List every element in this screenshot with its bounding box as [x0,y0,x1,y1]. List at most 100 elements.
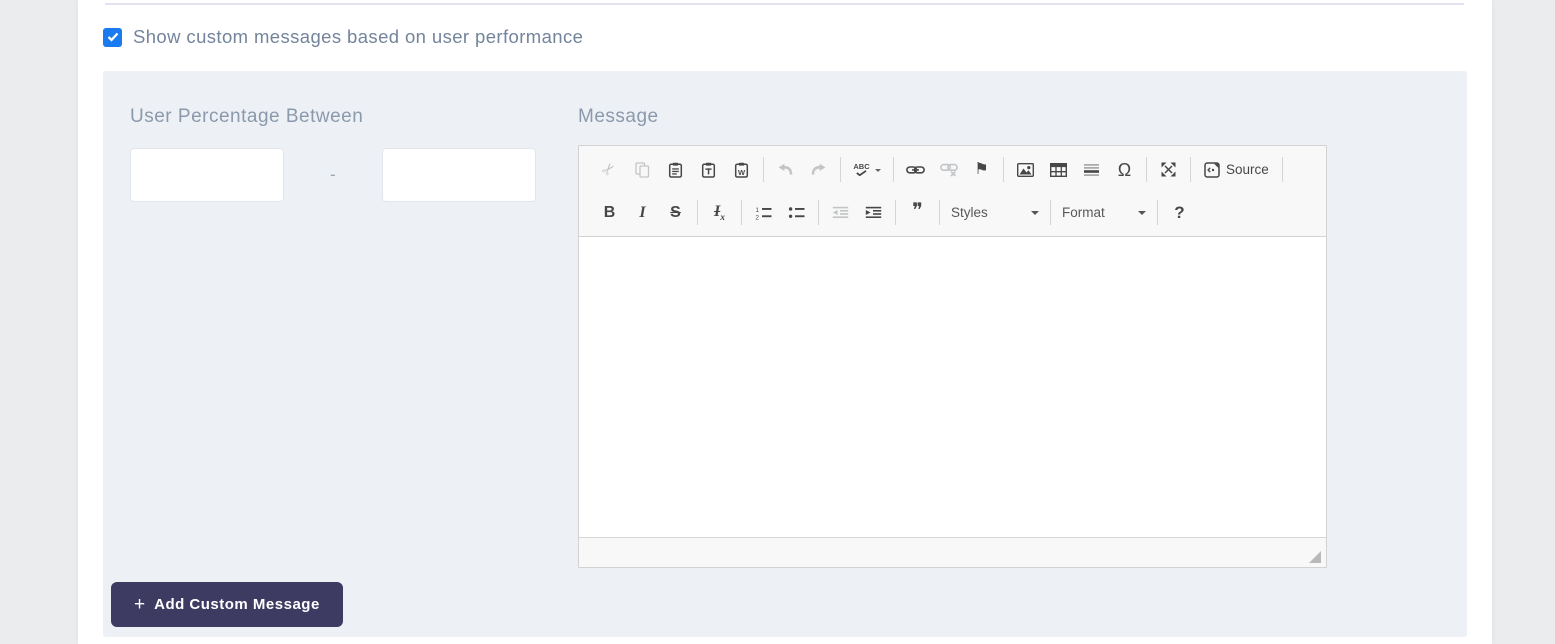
toolbar-separator [939,200,940,225]
anchor-flag-icon: ⚑ [974,162,988,178]
content-card: Show custom messages based on user perfo… [78,0,1492,644]
add-custom-message-label: Add Custom Message [154,596,320,613]
svg-text:1: 1 [756,207,760,214]
image-icon [1017,163,1034,177]
plus-icon: + [134,595,145,614]
styles-dropdown-label: Styles [951,205,988,220]
source-button-label: Source [1226,162,1269,177]
range-section-label: User Percentage Between [130,106,363,128]
message-editor-body[interactable] [579,237,1326,537]
source-button[interactable]: Source [1196,155,1277,185]
percentage-max-input[interactable] [382,148,536,202]
link-icon [906,164,925,176]
section-divider [105,3,1464,5]
custom-message-panel: User Percentage Between Message - ✂ W [103,71,1467,637]
toolbar-separator [1282,157,1283,182]
decrease-indent-icon [832,206,849,219]
chevron-down-icon [875,169,881,175]
resize-handle-icon[interactable] [1309,551,1321,563]
toolbar-row-2: B I S Ix 12 ❞ [579,191,1326,234]
toolbar-separator [697,200,698,225]
percentage-range-row: - [130,148,536,202]
paste-from-word-button[interactable]: W [725,155,758,185]
undo-button[interactable] [769,155,802,185]
message-section-label: Message [578,106,659,128]
paste-button[interactable] [659,155,692,185]
cut-button[interactable]: ✂ [593,155,626,185]
bold-icon: B [604,204,616,222]
about-help-button[interactable]: ? [1163,198,1196,228]
format-dropdown-label: Format [1062,205,1105,220]
svg-text:2: 2 [756,214,760,220]
toolbar-row-1: ✂ W ABC [579,148,1326,191]
decrease-indent-button[interactable] [824,198,857,228]
unlink-icon [940,163,958,177]
remove-format-icon: Ix [714,203,725,223]
numbered-list-button[interactable]: 12 [747,198,780,228]
page-background: Show custom messages based on user perfo… [0,0,1555,644]
copy-button[interactable] [626,155,659,185]
paste-plain-text-icon [701,162,716,178]
italic-icon: I [639,204,645,222]
percentage-min-input[interactable] [130,148,284,202]
checkbox-checked-icon[interactable] [103,28,122,47]
message-rich-text-editor: ✂ W ABC [578,145,1327,568]
redo-icon [811,163,826,176]
remove-format-button[interactable]: Ix [703,198,736,228]
question-mark-icon: ? [1174,203,1184,223]
toolbar-separator [1157,200,1158,225]
strikethrough-button[interactable]: S [659,198,692,228]
chevron-down-icon [1138,211,1146,219]
paste-icon [668,162,683,178]
omega-icon: Ω [1118,161,1131,179]
toolbar-separator [818,200,819,225]
toolbar-separator [1050,200,1051,225]
format-dropdown[interactable]: Format [1056,198,1152,228]
horizontal-rule-icon [1083,163,1100,177]
toolbar-separator [1146,157,1147,182]
spell-check-button[interactable]: ABC [846,155,888,185]
toolbar-separator [763,157,764,182]
strikethrough-icon: S [670,204,681,222]
bulleted-list-icon [788,206,805,220]
toolbar-separator [741,200,742,225]
table-button[interactable] [1042,155,1075,185]
toolbar-separator [840,157,841,182]
table-icon [1050,163,1067,177]
blockquote-button[interactable]: ❞ [901,198,934,228]
range-dash: - [330,165,336,185]
editor-toolbar: ✂ W ABC [579,146,1326,237]
blockquote-icon: ❞ [912,201,923,221]
chevron-down-icon [1031,211,1039,219]
maximize-button[interactable] [1152,155,1185,185]
spell-check-icon: ABC [853,163,869,177]
horizontal-rule-button[interactable] [1075,155,1108,185]
toolbar-separator [893,157,894,182]
increase-indent-button[interactable] [857,198,890,228]
link-button[interactable] [899,155,932,185]
copy-icon [635,162,650,178]
toolbar-separator [1190,157,1191,182]
show-custom-messages-toggle[interactable]: Show custom messages based on user perfo… [103,26,583,48]
increase-indent-icon [865,206,882,219]
image-button[interactable] [1009,155,1042,185]
cut-icon: ✂ [599,159,620,180]
toggle-label: Show custom messages based on user perfo… [133,26,583,48]
maximize-icon [1161,162,1176,177]
italic-button[interactable]: I [626,198,659,228]
source-icon [1204,162,1220,178]
special-character-button[interactable]: Ω [1108,155,1141,185]
redo-button[interactable] [802,155,835,185]
add-custom-message-button[interactable]: + Add Custom Message [111,582,343,627]
anchor-button[interactable]: ⚑ [965,155,998,185]
paste-from-word-icon: W [734,162,749,178]
unlink-button[interactable] [932,155,965,185]
toolbar-separator [895,200,896,225]
styles-dropdown[interactable]: Styles [945,198,1045,228]
toolbar-separator [1003,157,1004,182]
editor-status-bar [579,537,1326,567]
paste-plain-text-button[interactable] [692,155,725,185]
bulleted-list-button[interactable] [780,198,813,228]
svg-text:W: W [738,167,746,176]
bold-button[interactable]: B [593,198,626,228]
